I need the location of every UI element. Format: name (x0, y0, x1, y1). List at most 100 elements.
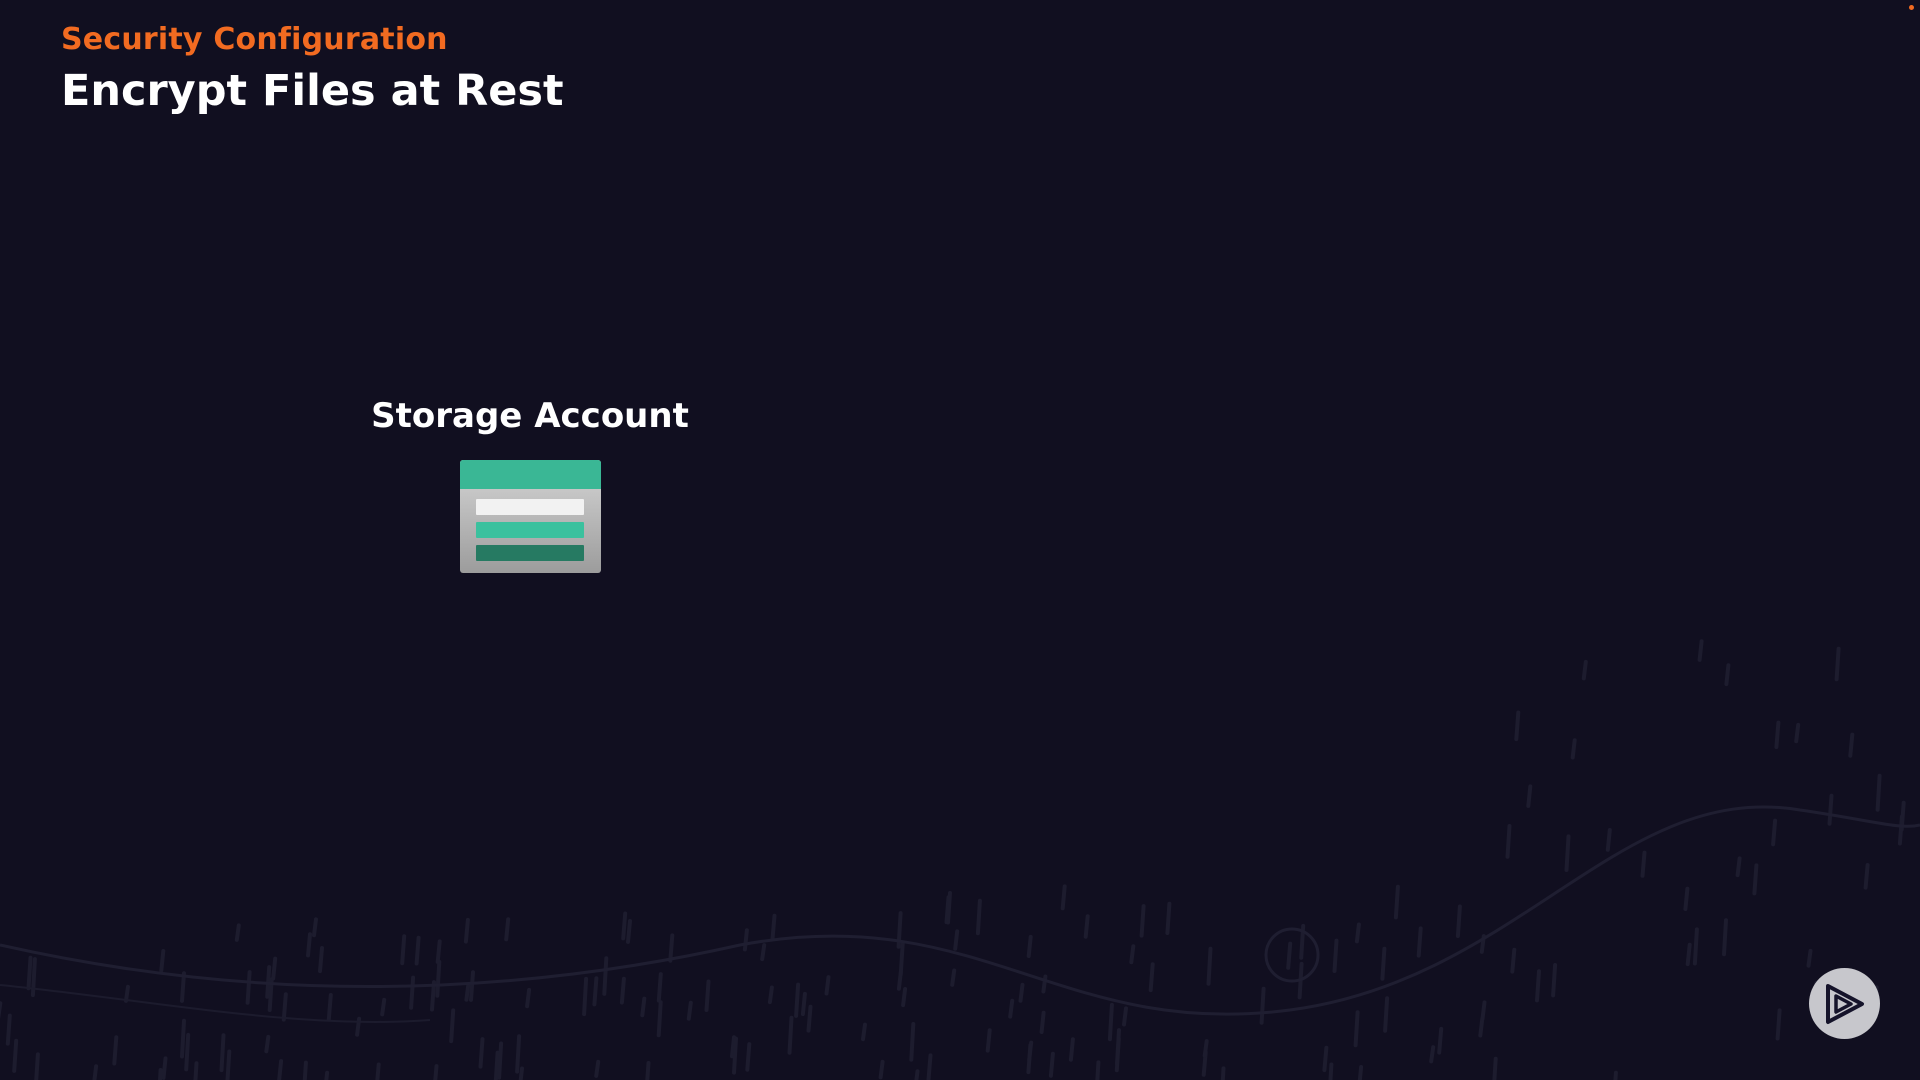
hatch-mark (1685, 942, 1692, 967)
hatch-mark (1206, 946, 1213, 986)
hatch-mark (602, 956, 609, 996)
hatch-mark (1039, 1010, 1046, 1034)
hatch-mark (732, 1036, 738, 1075)
hatch-mark (745, 1042, 752, 1072)
hatch-mark (626, 919, 632, 944)
hatch-mark (1752, 863, 1759, 896)
hatch-mark (1724, 663, 1731, 687)
hatch-mark (380, 997, 387, 1017)
hatch-mark (1492, 1056, 1498, 1080)
hatch-mark (375, 1062, 381, 1080)
hatch-mark (1148, 962, 1155, 993)
hatch-mark (1505, 824, 1512, 859)
hatch-mark (1129, 944, 1136, 965)
hatch-mark (1259, 986, 1266, 1025)
hatch-mark (1480, 1000, 1487, 1021)
hatch-mark (277, 1059, 284, 1080)
hatch-mark (1535, 969, 1541, 1003)
hatch-mark (1008, 998, 1015, 1019)
hatch-mark (1357, 1065, 1364, 1080)
hatch-mark (668, 933, 675, 963)
hatch-mark (435, 939, 442, 964)
hatch-mark (1026, 1043, 1033, 1075)
hatch-mark (159, 949, 166, 973)
hatch-mark (409, 975, 416, 1010)
hatch-mark (1848, 732, 1855, 758)
hatch-mark (1048, 1051, 1055, 1078)
hatch-mark (12, 1038, 19, 1073)
hatch-mark (112, 1035, 119, 1066)
hatch-mark (861, 1022, 867, 1042)
hatch-mark (1060, 884, 1067, 911)
hatch-mark (1794, 722, 1801, 744)
section-eyebrow: Security Configuration (61, 22, 448, 57)
hatch-mark (1526, 784, 1533, 808)
hatch-mark (326, 993, 333, 1022)
hatch-mark (1514, 710, 1521, 742)
background-decoration (0, 639, 1920, 1080)
hatch-mark (34, 1052, 40, 1080)
hatch-mark (1416, 926, 1423, 958)
hatch-mark (1697, 639, 1704, 662)
hatch-mark (302, 1060, 308, 1080)
hatch-mark (1771, 818, 1778, 847)
hatch-mark (463, 917, 470, 944)
hatch-mark (400, 934, 407, 966)
hatch-mark (469, 970, 475, 1002)
hatch-mark (594, 1059, 601, 1078)
hatch-mark (1806, 948, 1813, 968)
hatch-mark (1328, 1062, 1334, 1080)
hatch-mark (1722, 918, 1728, 957)
hatch-mark (1018, 982, 1025, 1003)
hatch-mark (787, 1015, 794, 1055)
hatch-mark (1827, 793, 1834, 826)
hatch-mark (621, 911, 628, 941)
hatch-mark (1774, 720, 1781, 749)
hatch-mark (219, 1033, 226, 1073)
hatch-mark (953, 929, 960, 951)
hatch-mark (824, 975, 831, 996)
hatch-mark (760, 943, 767, 962)
play-logo-icon[interactable] (1809, 968, 1880, 1039)
storage-account-icon (460, 460, 601, 573)
hatch-mark (1437, 1026, 1444, 1055)
hatch-mark (478, 1037, 485, 1069)
hatch-mark (619, 976, 626, 1005)
hatch-mark (245, 970, 252, 1005)
page-title: Encrypt Files at Rest (61, 66, 564, 116)
hatch-mark (525, 987, 532, 1009)
hatch-mark (234, 923, 241, 942)
hatch-mark (5, 1013, 12, 1046)
hatch-mark (645, 1061, 651, 1080)
hatch-mark (1068, 1037, 1075, 1062)
hatch-mark (1429, 1045, 1436, 1064)
hatch-mark (1353, 1010, 1360, 1048)
hatch-mark (264, 1034, 271, 1054)
hatch-mark (1581, 659, 1588, 681)
hatch-mark (704, 979, 711, 1012)
hatch-mark (656, 972, 663, 1003)
hatch-mark (1478, 1016, 1485, 1038)
hatch-mark (1383, 996, 1390, 1033)
hatch-mark (742, 928, 749, 952)
hatch-mark (1114, 1036, 1121, 1073)
hatch-mark (433, 1064, 439, 1080)
hatch-mark (592, 976, 599, 1007)
hatch-mark (582, 976, 589, 1017)
hatch-mark (914, 1069, 920, 1080)
hatch-mark (318, 946, 324, 974)
hatch-mark (1286, 941, 1293, 970)
hatch-mark (1683, 886, 1690, 911)
hatch-mark (193, 1061, 199, 1080)
corner-dot (1909, 5, 1914, 10)
hatch-mark (225, 1049, 232, 1080)
hatch-mark (950, 968, 957, 987)
hatch-mark (770, 913, 777, 941)
hatch-mark (656, 1000, 663, 1038)
hatch-mark (975, 898, 982, 936)
hatch-mark (1354, 922, 1361, 944)
hatch-mark (449, 1008, 456, 1044)
hatch-mark (281, 992, 288, 1022)
hatch-mark (1570, 738, 1577, 760)
hatch-mark (1775, 1008, 1782, 1041)
